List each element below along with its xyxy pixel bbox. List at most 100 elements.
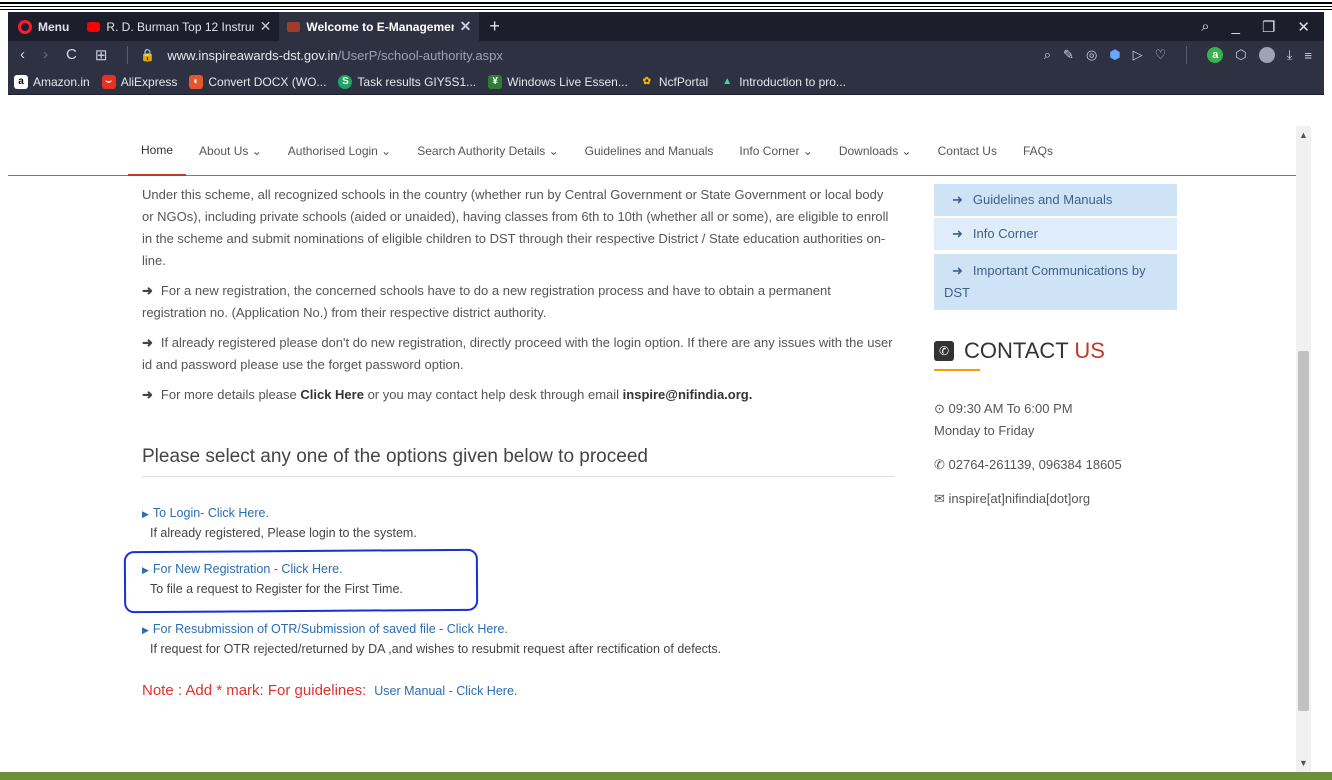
reload-button[interactable]: C	[66, 46, 77, 64]
user-manual-link[interactable]: User Manual - Click Here.	[374, 684, 517, 698]
nav-home[interactable]: Home	[128, 126, 187, 176]
profile-avatar[interactable]	[1258, 47, 1275, 63]
option-description: If already registered, Please login to t…	[150, 526, 417, 540]
extension-a-icon[interactable]: a	[1207, 47, 1224, 63]
option-description: If request for OTR rejected/returned by …	[150, 642, 722, 656]
contact-title-us: US	[1074, 338, 1105, 363]
send-icon[interactable]: ▷	[1133, 47, 1143, 63]
nav-downloads[interactable]: Downloads ⌄	[826, 126, 925, 176]
shield-icon[interactable]: ⬢	[1109, 47, 1120, 63]
office-hours: ⊙ 09:30 AM To 6:00 PM	[934, 401, 1073, 416]
sidebar-item-guidelines[interactable]: ➜ Guidelines and Manuals	[934, 184, 1177, 216]
phone-icon: ✆	[934, 341, 954, 361]
bookmark-amazon[interactable]: a Amazon.in	[14, 74, 90, 89]
resubmission-link[interactable]: ▶ For Resubmission of OTR/Submission of s…	[142, 620, 842, 640]
download-icon[interactable]: ⤓	[1287, 47, 1293, 63]
bookmark-label: Amazon.in	[33, 74, 90, 89]
option-login: ▶ To Login- Click Here. If already regist…	[142, 504, 842, 543]
address-bar-tools: ⌕ ✎ ◎ ⬢ ▷ ♡ a ⬡ ⤓ ≡	[1044, 46, 1324, 64]
intro-paragraph: Under this scheme, all recognized school…	[142, 187, 889, 268]
scrollbar-thumb[interactable]	[1298, 351, 1309, 711]
helpdesk-email: inspire@nifindia.org.	[622, 387, 753, 402]
site-navigation: Home About Us ⌄ Authorised Login ⌄ Searc…	[8, 126, 1296, 176]
new-tab-button[interactable]: +	[479, 16, 510, 37]
camera-icon[interactable]: ◎	[1086, 47, 1097, 63]
chevron-right-icon: ▶	[142, 509, 149, 519]
info-point-more-details: ➜ For more details please Click Here or y…	[142, 384, 894, 406]
lock-icon[interactable]: 🔒	[140, 48, 155, 62]
convert-icon: ◐	[189, 74, 204, 89]
point-text: or you may contact help desk through ema…	[363, 387, 623, 402]
url-path: /UserP/school-authority.aspx	[337, 47, 503, 63]
nav-info-corner[interactable]: Info Corner ⌄	[726, 126, 825, 176]
search-icon[interactable]: ⌕	[1044, 47, 1051, 63]
edit-icon[interactable]: ✎	[1063, 47, 1074, 63]
aliexpress-icon: ⌣	[101, 74, 116, 89]
bookmark-aliexpress[interactable]: ⌣ AliExpress	[101, 74, 178, 89]
info-point-new-registration: ➜ For a new registration, the concerned s…	[142, 280, 894, 324]
chevron-right-icon: ▶	[142, 625, 149, 635]
login-link[interactable]: ▶ To Login- Click Here.	[142, 504, 842, 524]
url-host: www.inspireawards-dst.gov.in	[167, 47, 338, 63]
scroll-up-icon[interactable]: ▲	[1299, 130, 1308, 140]
contact-heading: ✆ CONTACT US	[934, 338, 1105, 364]
arrow-right-icon: ➜	[952, 192, 963, 207]
close-tab-icon[interactable]: ✕	[460, 18, 472, 35]
url-field[interactable]: www.inspireawards-dst.gov.in/UserP/schoo…	[167, 48, 503, 63]
sidebar-item-info-corner[interactable]: ➜ Info Corner	[934, 218, 1177, 250]
tab-title: Welcome to E-Managemen	[306, 19, 454, 34]
extensions-cube-icon[interactable]: ⬡	[1235, 47, 1246, 63]
nav-contact-us[interactable]: Contact Us	[925, 126, 1010, 176]
scroll-down-icon[interactable]: ▼	[1299, 758, 1308, 768]
sidebar-item-important-communications[interactable]: ➜ Important Communications by DST	[934, 254, 1177, 310]
nav-authorised-login[interactable]: Authorised Login ⌄	[275, 126, 404, 176]
contact-title-part: CONTACT	[964, 338, 1075, 363]
restore-button[interactable]: ❐	[1262, 18, 1275, 36]
easy-setup-icon[interactable]: ≡	[1304, 48, 1312, 63]
tab-search-icon[interactable]: ⌕	[1201, 18, 1209, 36]
address-bar: ‹ › C ⊞ 🔒 www.inspireawards-dst.gov.in/U…	[8, 41, 1324, 69]
click-here-link[interactable]: Click Here	[300, 387, 364, 402]
arrow-right-icon: ➜	[952, 226, 963, 241]
divider	[127, 46, 129, 64]
contact-underline	[934, 369, 980, 371]
nav-buttons: ‹ › C ⊞	[8, 46, 119, 64]
bookmark-ncfportal[interactable]: ✿ NcfPortal	[640, 74, 709, 89]
back-button[interactable]: ‹	[20, 46, 25, 64]
windows-live-icon: ¥	[488, 74, 503, 89]
point-text: If already registered please don't do ne…	[142, 335, 893, 372]
heart-icon[interactable]: ♡	[1155, 47, 1167, 63]
opera-menu-button[interactable]: Menu	[8, 12, 79, 41]
office-days: Monday to Friday	[934, 423, 1035, 438]
close-window-button[interactable]: ✕	[1297, 18, 1310, 36]
desktop-taskbar-edge	[0, 772, 1332, 780]
window-controls: ⌕ _ ❐ ✕	[1201, 18, 1324, 36]
bookmark-windows-live[interactable]: ¥ Windows Live Essen...	[488, 74, 628, 89]
bookmark-label: AliExpress	[120, 74, 178, 89]
bookmark-introduction[interactable]: ▲ Introduction to pro...	[720, 75, 846, 89]
nav-guidelines[interactable]: Guidelines and Manuals	[572, 126, 727, 176]
bookmark-convert-docx[interactable]: ◐ Convert DOCX (WO...	[189, 74, 326, 89]
bookmark-label: NcfPortal	[658, 74, 709, 89]
menu-label: Menu	[38, 19, 70, 34]
hand-drawn-highlight	[123, 548, 479, 614]
tabs-grid-button[interactable]: ⊞	[95, 46, 108, 64]
close-tab-icon[interactable]: ✕	[260, 18, 272, 35]
sidebar-item-label: Guidelines and Manuals	[972, 192, 1113, 207]
bookmark-task-results[interactable]: S Task results GIY5S1...	[338, 74, 476, 89]
sidebar-item-label: Info Corner	[972, 226, 1038, 241]
nav-search-authority[interactable]: Search Authority Details ⌄	[404, 126, 571, 176]
arrow-right-icon: ➜	[142, 335, 153, 350]
bookmark-label: Windows Live Essen...	[507, 74, 628, 89]
sidebar-item-label: Important Communications by DST	[944, 263, 1146, 300]
tab-e-management[interactable]: Welcome to E-Managemen ✕	[279, 12, 480, 41]
arrow-right-icon: ➜	[952, 263, 963, 278]
nav-faqs[interactable]: FAQs	[1010, 126, 1066, 176]
tab-rd-burman[interactable]: R. D. Burman Top 12 Instrum ✕	[79, 12, 279, 41]
page-scrollbar[interactable]: ▲ ▼	[1296, 126, 1311, 772]
nav-about-us[interactable]: About Us ⌄	[186, 126, 275, 176]
forward-button[interactable]: ›	[43, 46, 48, 64]
arrow-right-icon: ➜	[142, 387, 153, 402]
option-resubmission: ▶ For Resubmission of OTR/Submission of s…	[142, 620, 842, 659]
minimize-button[interactable]: _	[1232, 18, 1240, 36]
